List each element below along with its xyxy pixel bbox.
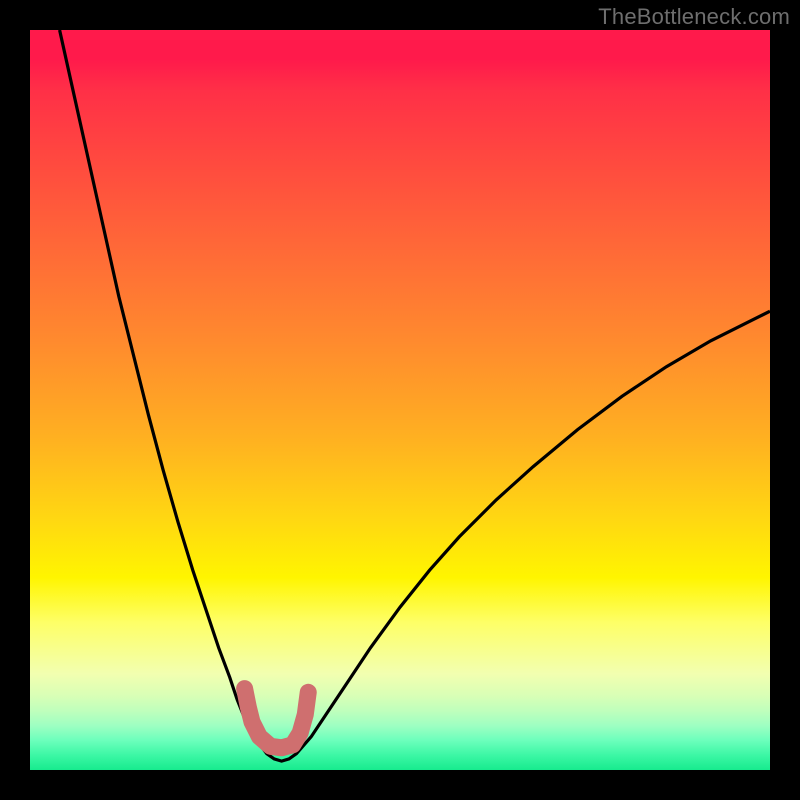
watermark-text: TheBottleneck.com	[598, 4, 790, 30]
chart-frame: TheBottleneck.com	[0, 0, 800, 800]
highlight-marker	[30, 30, 770, 770]
marker-u-path	[245, 689, 309, 748]
plot-area	[30, 30, 770, 770]
